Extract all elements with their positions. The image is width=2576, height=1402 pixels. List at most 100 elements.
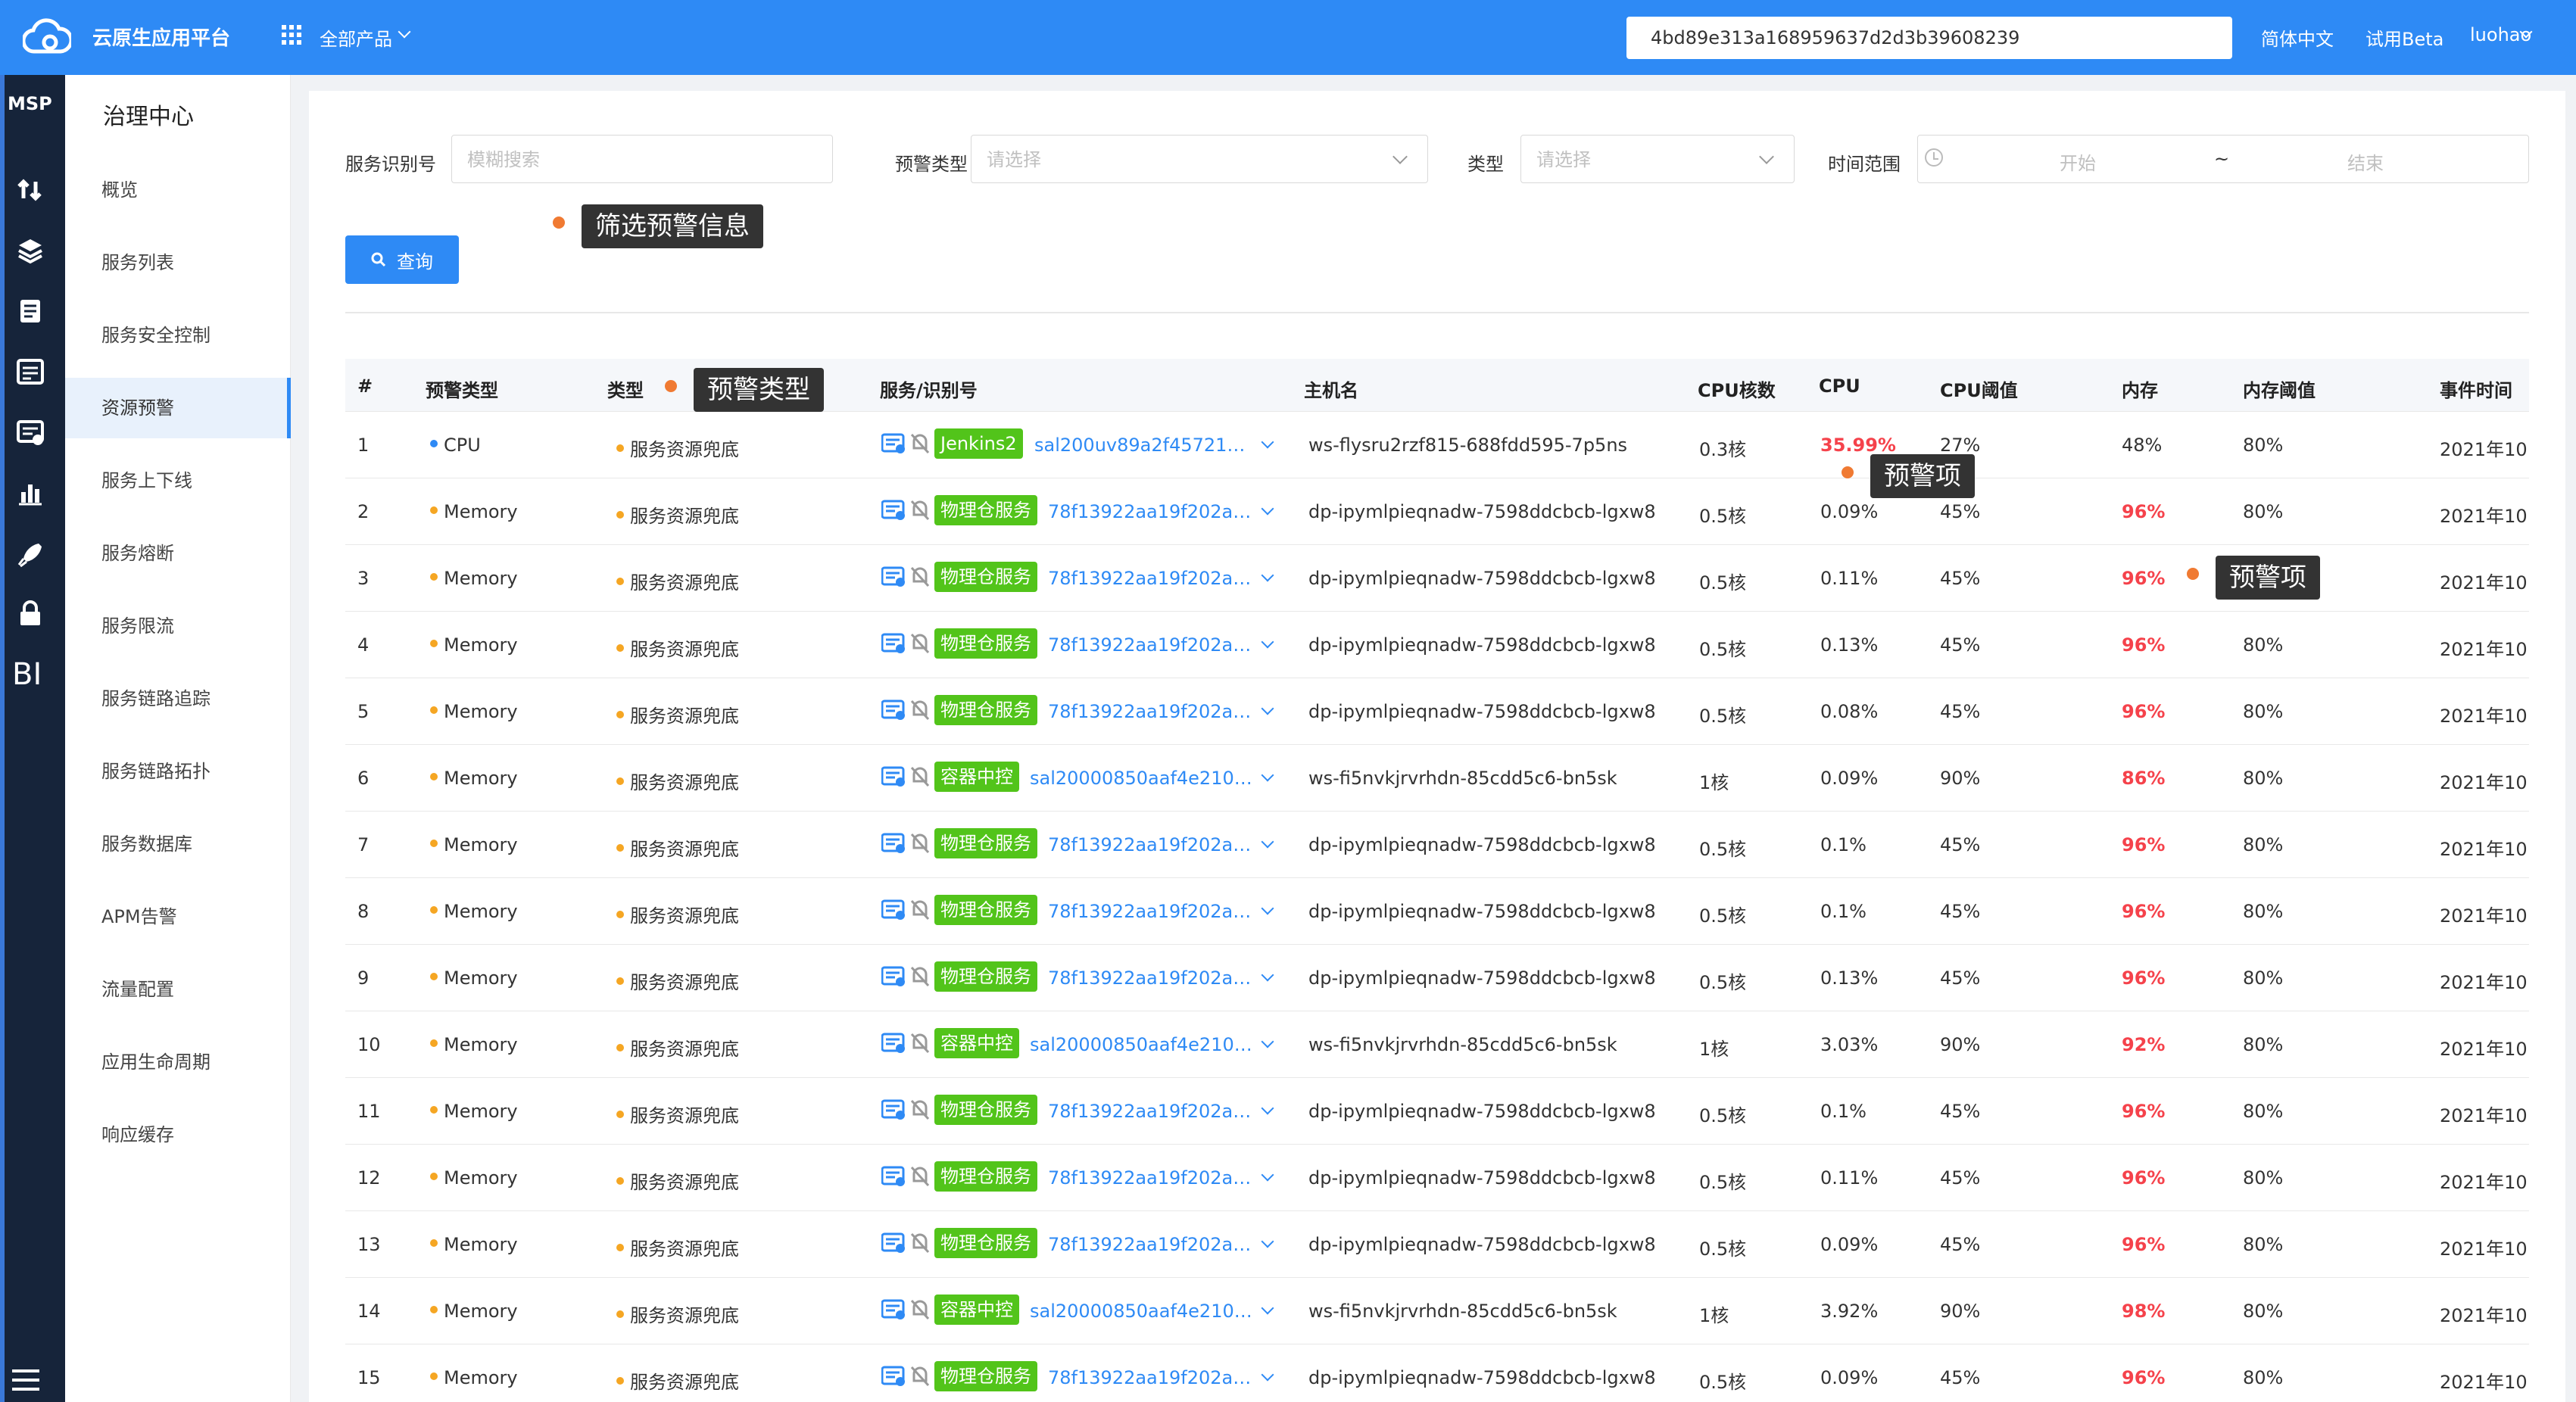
table-row[interactable]: 14 Memory 服务资源兜底 容器中控 sal20000850aaf4e2105… w… bbox=[345, 1278, 2529, 1344]
service-card-icon[interactable] bbox=[881, 1033, 906, 1054]
table-row[interactable]: 8 Memory 服务资源兜底 物理仓服务 78f13922aa19f202ae… dp-… bbox=[345, 878, 2529, 945]
service-tag[interactable]: 物理仓服务 bbox=[934, 562, 1037, 592]
chevron-down-icon[interactable] bbox=[1261, 502, 1274, 516]
chevron-down-icon[interactable] bbox=[1261, 435, 1274, 449]
alert-card-icon[interactable] bbox=[15, 417, 45, 447]
chevron-down-icon[interactable] bbox=[1261, 1101, 1274, 1115]
chevron-down-icon[interactable] bbox=[1261, 635, 1274, 649]
scrollbar[interactable] bbox=[2567, 75, 2576, 1402]
mute-bell-icon[interactable] bbox=[910, 698, 930, 721]
chevron-down-icon[interactable] bbox=[1261, 1368, 1274, 1382]
service-id-link[interactable]: sal20000850aaf4e2105… bbox=[1030, 1034, 1254, 1055]
mute-bell-icon[interactable] bbox=[910, 898, 930, 921]
service-card-icon[interactable] bbox=[881, 433, 906, 454]
mute-bell-icon[interactable] bbox=[910, 432, 930, 454]
service-card-icon[interactable] bbox=[881, 833, 906, 854]
table-row[interactable]: 5 Memory 服务资源兜底 物理仓服务 78f13922aa19f202ae… dp-… bbox=[345, 678, 2529, 745]
service-tag[interactable]: 容器中控 bbox=[934, 762, 1019, 792]
table-row[interactable]: 10 Memory 服务资源兜底 容器中控 sal20000850aaf4e2105… w… bbox=[345, 1011, 2529, 1078]
transfer-icon[interactable] bbox=[15, 175, 45, 205]
sidebar-item-topology[interactable]: 服务链路拓扑 bbox=[65, 741, 291, 802]
bar-chart-icon[interactable] bbox=[15, 478, 45, 508]
sidebar-item-response-cache[interactable]: 响应缓存 bbox=[65, 1104, 291, 1165]
service-card-icon[interactable] bbox=[881, 699, 906, 721]
service-tag[interactable]: 容器中控 bbox=[934, 1028, 1019, 1058]
language-switch[interactable]: 简体中文 bbox=[2261, 24, 2334, 51]
lock-icon[interactable] bbox=[15, 599, 45, 629]
global-search-input[interactable]: 4bd89e313a168959637d2d3b39608239 bbox=[1626, 17, 2232, 59]
service-id-link[interactable]: sal200uv89a2f4572110… bbox=[1034, 435, 1254, 456]
mute-bell-icon[interactable] bbox=[910, 1098, 930, 1120]
end-time-input[interactable]: 结束 bbox=[2347, 148, 2384, 175]
sidebar-item-tracing[interactable]: 服务链路追踪 bbox=[65, 668, 291, 729]
grid-icon[interactable] bbox=[282, 25, 301, 45]
chevron-down-icon[interactable] bbox=[398, 25, 411, 39]
chevron-down-icon[interactable] bbox=[1261, 902, 1274, 915]
chevron-down-icon[interactable] bbox=[1261, 1035, 1274, 1048]
service-tag[interactable]: 物理仓服务 bbox=[934, 895, 1037, 925]
chevron-down-icon[interactable] bbox=[1261, 569, 1274, 582]
table-row[interactable]: 12 Memory 服务资源兜底 物理仓服务 78f13922aa19f202ae… dp… bbox=[345, 1145, 2529, 1211]
service-card-icon[interactable] bbox=[881, 766, 906, 787]
bi-label[interactable]: BI bbox=[12, 657, 42, 692]
type-select[interactable]: 请选择 bbox=[1520, 135, 1795, 183]
sidebar-item-apm-alert[interactable]: APM告警 bbox=[65, 886, 291, 947]
table-row[interactable]: 4 Memory 服务资源兜底 物理仓服务 78f13922aa19f202ae… dp-… bbox=[345, 612, 2529, 678]
mute-bell-icon[interactable] bbox=[910, 1164, 930, 1187]
table-row[interactable]: 15 Memory 服务资源兜底 物理仓服务 78f13922aa19f202ae… dp… bbox=[345, 1344, 2529, 1402]
service-tag[interactable]: 物理仓服务 bbox=[934, 1361, 1037, 1391]
service-card-icon[interactable] bbox=[881, 500, 906, 521]
service-id-link[interactable]: 78f13922aa19f202ae… bbox=[1048, 568, 1254, 589]
service-id-link[interactable]: sal20000850aaf4e2105… bbox=[1030, 768, 1254, 789]
service-tag[interactable]: 物理仓服务 bbox=[934, 1161, 1037, 1192]
table-row[interactable]: 9 Memory 服务资源兜底 物理仓服务 78f13922aa19f202ae… dp-… bbox=[345, 945, 2529, 1011]
table-row[interactable]: 1 CPU 服务资源兜底 Jenkins2 sal200uv89a2f4572110… w… bbox=[345, 412, 2529, 478]
alert-type-select[interactable]: 请选择 bbox=[971, 135, 1428, 183]
sidebar-item-lifecycle[interactable]: 应用生命周期 bbox=[65, 1032, 291, 1092]
cloud-logo-icon[interactable] bbox=[23, 18, 71, 58]
service-id-input[interactable]: 模糊搜索 bbox=[451, 135, 833, 183]
service-id-link[interactable]: 78f13922aa19f202ae… bbox=[1048, 634, 1254, 656]
chevron-down-icon[interactable] bbox=[1261, 1301, 1274, 1315]
beta-link[interactable]: 试用Beta bbox=[2365, 24, 2443, 51]
mute-bell-icon[interactable] bbox=[910, 498, 930, 521]
service-tag[interactable]: 物理仓服务 bbox=[934, 495, 1037, 525]
service-card-icon[interactable] bbox=[881, 966, 906, 987]
service-tag[interactable]: 物理仓服务 bbox=[934, 695, 1037, 725]
service-card-icon[interactable] bbox=[881, 1099, 906, 1120]
query-button[interactable]: 查询 bbox=[345, 235, 459, 284]
mute-bell-icon[interactable] bbox=[910, 1031, 930, 1054]
mute-bell-icon[interactable] bbox=[910, 1364, 930, 1387]
service-card-icon[interactable] bbox=[881, 899, 906, 921]
service-tag[interactable]: 物理仓服务 bbox=[934, 961, 1037, 992]
app-title[interactable]: 云原生应用平台 bbox=[92, 23, 230, 51]
service-tag[interactable]: 物理仓服务 bbox=[934, 628, 1037, 659]
service-tag[interactable]: Jenkins2 bbox=[934, 428, 1023, 459]
table-row[interactable]: 2 Memory 服务资源兜底 物理仓服务 78f13922aa19f202ae… dp-… bbox=[345, 478, 2529, 545]
sidebar-item-overview[interactable]: 概览 bbox=[65, 160, 291, 220]
sidebar-item-online-offline[interactable]: 服务上下线 bbox=[65, 450, 291, 511]
service-id-link[interactable]: 78f13922aa19f202ae… bbox=[1048, 1101, 1254, 1122]
table-row[interactable]: 7 Memory 服务资源兜底 物理仓服务 78f13922aa19f202ae… dp-… bbox=[345, 812, 2529, 878]
chevron-down-icon[interactable] bbox=[1261, 835, 1274, 849]
service-id-link[interactable]: 78f13922aa19f202ae… bbox=[1048, 967, 1254, 989]
mute-bell-icon[interactable] bbox=[910, 831, 930, 854]
service-id-link[interactable]: 78f13922aa19f202ae… bbox=[1048, 1167, 1254, 1189]
service-card-icon[interactable] bbox=[881, 633, 906, 654]
sidebar-item-traffic-config[interactable]: 流量配置 bbox=[65, 959, 291, 1020]
rocket-icon[interactable] bbox=[15, 538, 45, 569]
chevron-down-icon[interactable] bbox=[1261, 968, 1274, 982]
table-row[interactable]: 11 Memory 服务资源兜底 物理仓服务 78f13922aa19f202ae… dp… bbox=[345, 1078, 2529, 1145]
service-card-icon[interactable] bbox=[881, 1299, 906, 1320]
service-id-link[interactable]: 78f13922aa19f202ae… bbox=[1048, 501, 1254, 522]
sidebar-item-circuit-breaker[interactable]: 服务熔断 bbox=[65, 523, 291, 584]
service-card-icon[interactable] bbox=[881, 1232, 906, 1254]
service-card-icon[interactable] bbox=[881, 1366, 906, 1387]
mute-bell-icon[interactable] bbox=[910, 631, 930, 654]
msp-label[interactable]: MSP bbox=[8, 93, 52, 114]
service-tag[interactable]: 物理仓服务 bbox=[934, 1095, 1037, 1125]
sidebar-item-security[interactable]: 服务安全控制 bbox=[65, 305, 291, 366]
table-row[interactable]: 6 Memory 服务资源兜底 容器中控 sal20000850aaf4e2105… ws… bbox=[345, 745, 2529, 812]
mute-bell-icon[interactable] bbox=[910, 565, 930, 587]
service-tag[interactable]: 容器中控 bbox=[934, 1295, 1019, 1325]
